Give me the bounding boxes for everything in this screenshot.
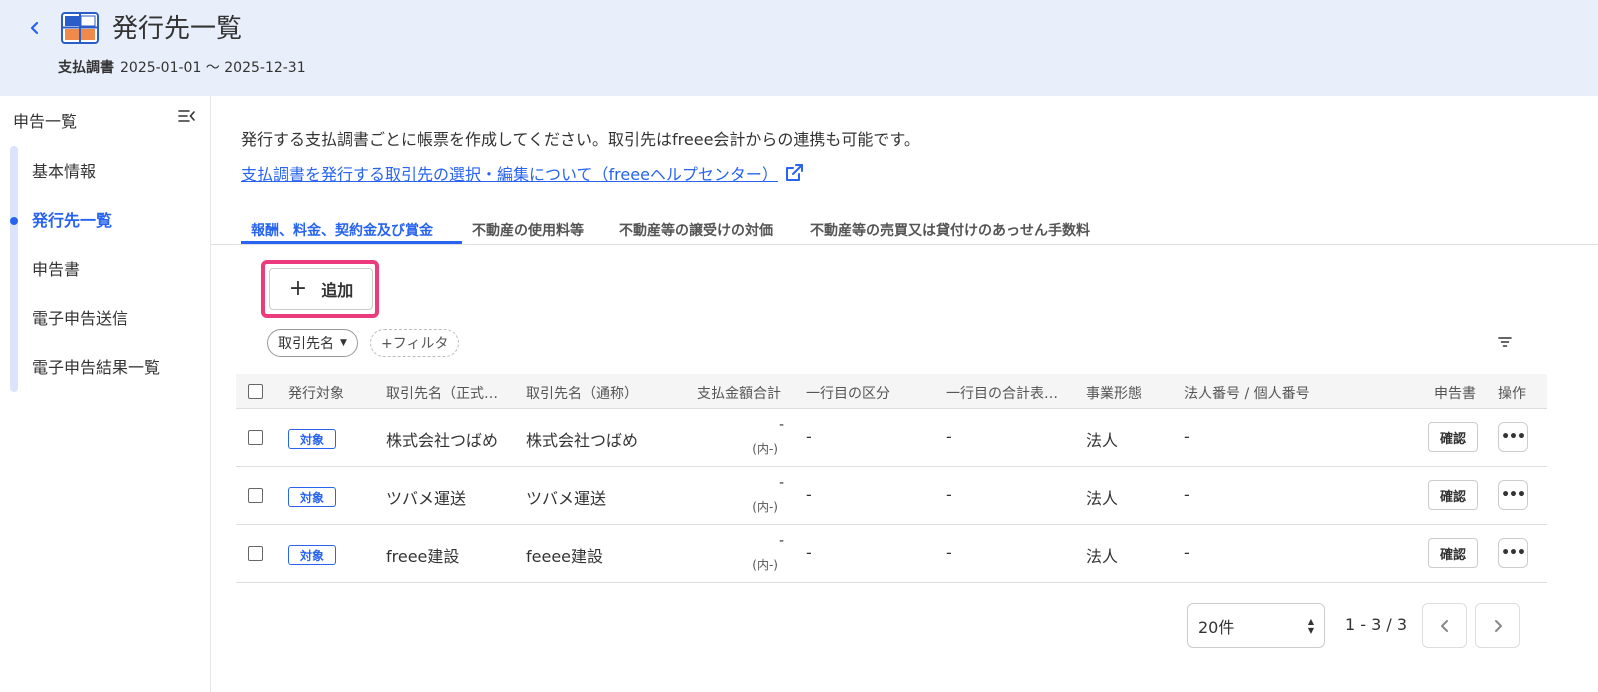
help-link[interactable]: 支払調書を発行する取引先の選択・編集について（freeeヘルプセンター）: [241, 161, 804, 185]
caret-down-icon: ▼: [340, 338, 347, 348]
table-row: 対象 ツバメ運送 ツバメ運送 - (内-) - - 法人 - 確認 •••: [236, 467, 1547, 525]
amount-sub-cell: (内-): [752, 500, 778, 514]
period-subtitle: 支払調書 2025-01-01 ～ 2025-12-31: [58, 57, 306, 77]
more-actions-icon[interactable]: •••: [1498, 480, 1528, 510]
col-first-category[interactable]: 一行目の区分: [806, 383, 890, 403]
chevron-left-icon[interactable]: [24, 16, 46, 40]
active-indicator: [10, 217, 18, 225]
col-first-total[interactable]: 一行目の合計表…: [946, 383, 1058, 403]
collapse-sidebar-icon[interactable]: [178, 106, 198, 126]
page-title: 発行先一覧: [112, 14, 243, 44]
more-actions-icon[interactable]: •••: [1498, 538, 1528, 568]
partner-name-filter-label: 取引先名: [278, 336, 334, 352]
main-content: 発行する支払調書ごとに帳票を作成してください。取引先はfreee会計からの連携も…: [211, 96, 1598, 692]
amount-cell: -: [778, 475, 784, 491]
col-corp-number[interactable]: 法人番号 / 個人番号: [1184, 383, 1310, 403]
report-type-label: 支払調書: [58, 60, 114, 76]
confirm-button[interactable]: 確認: [1428, 538, 1478, 568]
select-arrows-icon: ▲ ▼: [1307, 617, 1314, 635]
target-badge: 対象: [288, 545, 336, 565]
sidebar-item-e-filing-results[interactable]: 電子申告結果一覧: [32, 354, 160, 378]
prev-page-button[interactable]: [1422, 603, 1467, 648]
amount-sub-cell: (内-): [752, 442, 778, 456]
partner-name-filter-chip[interactable]: 取引先名 ▼: [267, 329, 358, 357]
first-category-cell: -: [806, 485, 812, 504]
row-checkbox[interactable]: [248, 430, 263, 445]
payment-report-icon: [61, 12, 99, 44]
chevron-left-icon: [1440, 619, 1448, 632]
nav-rail: [10, 146, 18, 392]
confirm-button[interactable]: 確認: [1428, 480, 1478, 510]
col-target[interactable]: 発行対象: [288, 383, 344, 403]
table-row: 対象 freee建設 feeee建設 - (内-) - - 法人 - 確認 ••…: [236, 525, 1547, 583]
first-total-cell: -: [946, 485, 952, 504]
select-all-checkbox[interactable]: [248, 384, 263, 399]
col-business-type[interactable]: 事業形態: [1086, 383, 1142, 403]
add-button-label: 追加: [321, 281, 354, 300]
external-link-icon: [784, 163, 804, 183]
first-total-cell: -: [946, 427, 952, 446]
official-name-cell: ツバメ運送: [386, 489, 467, 508]
sidebar-title: 申告一覧: [13, 112, 78, 131]
per-page-select[interactable]: 20件 ▲ ▼: [1187, 603, 1325, 648]
official-name-cell: freee建設: [386, 547, 460, 566]
first-total-cell: -: [946, 543, 952, 562]
row-checkbox[interactable]: [248, 488, 263, 503]
tab-real-estate-transfer[interactable]: 不動産等の譲受けの対価: [619, 220, 773, 240]
chevron-right-icon: [1494, 619, 1502, 632]
sidebar: 申告一覧 基本情報 発行先一覧 申告書 電子申告送信 電子申告結果一覧: [0, 96, 211, 692]
target-badge: 対象: [288, 487, 336, 507]
common-name-cell: ツバメ運送: [526, 489, 607, 508]
tab-remuneration[interactable]: 報酬、料金、契約金及び賞金: [251, 220, 433, 240]
filter-icon[interactable]: [1496, 333, 1514, 351]
tab-bar: 報酬、料金、契約金及び賞金 不動産の使用料等 不動産等の譲受けの対価 不動産等の…: [211, 214, 1598, 245]
target-badge: 対象: [288, 429, 336, 449]
col-actions: 操作: [1498, 386, 1526, 402]
sidebar-item-e-filing-send[interactable]: 電子申告送信: [32, 305, 128, 329]
first-category-cell: -: [806, 543, 812, 562]
tab-real-estate-brokerage[interactable]: 不動産等の売買又は貸付けのあっせん手数料: [810, 220, 1090, 240]
common-name-cell: 株式会社つばめ: [526, 431, 639, 450]
col-amount[interactable]: 支払金額合計: [697, 383, 781, 403]
common-name-cell: feeee建設: [526, 547, 604, 566]
add-filter-chip[interactable]: +フィルタ: [370, 329, 460, 357]
page-header: 発行先一覧 支払調書 2025-01-01 ～ 2025-12-31: [0, 0, 1598, 96]
row-checkbox[interactable]: [248, 546, 263, 561]
col-common-name[interactable]: 取引先名（通称）: [526, 383, 638, 403]
corp-number-cell: -: [1184, 543, 1190, 562]
partner-table: 発行対象 取引先名（正式… 取引先名（通称） 支払金額合計 一行目の区分 一行目…: [236, 374, 1547, 583]
table-row: 対象 株式会社つばめ 株式会社つばめ - (内-) - - 法人 - 確認 ••…: [236, 409, 1547, 467]
sidebar-item-issue-list[interactable]: 発行先一覧: [32, 207, 112, 231]
page-range: 1 - 3 / 3: [1345, 615, 1408, 634]
per-page-value: 20件: [1198, 617, 1235, 637]
confirm-button[interactable]: 確認: [1428, 422, 1478, 452]
period-range: 2025-01-01 ～ 2025-12-31: [120, 60, 306, 76]
first-category-cell: -: [806, 427, 812, 446]
official-name-cell: 株式会社つばめ: [386, 431, 499, 450]
sidebar-item-declaration[interactable]: 申告書: [32, 256, 80, 280]
amount-cell: -: [778, 533, 784, 549]
col-report: 申告書: [1434, 386, 1476, 402]
active-tab-underline: [241, 241, 462, 244]
page-description: 発行する支払調書ごとに帳票を作成してください。取引先はfreee会計からの連携も…: [241, 130, 920, 149]
help-link-text[interactable]: 支払調書を発行する取引先の選択・編集について（freeeヘルプセンター）: [241, 161, 778, 185]
more-actions-icon[interactable]: •••: [1498, 422, 1528, 452]
corp-number-cell: -: [1184, 485, 1190, 504]
business-type-cell: 法人: [1086, 547, 1119, 566]
business-type-cell: 法人: [1086, 431, 1119, 450]
table-header: 発行対象 取引先名（正式… 取引先名（通称） 支払金額合計 一行目の区分 一行目…: [236, 374, 1547, 409]
col-official-name[interactable]: 取引先名（正式…: [386, 383, 498, 403]
corp-number-cell: -: [1184, 427, 1190, 446]
sidebar-item-basic-info[interactable]: 基本情報: [32, 158, 96, 182]
tab-real-estate-usage[interactable]: 不動産の使用料等: [472, 220, 584, 240]
plus-icon: +: [288, 276, 308, 301]
add-button[interactable]: + 追加: [269, 268, 373, 310]
amount-sub-cell: (内-): [752, 558, 778, 572]
business-type-cell: 法人: [1086, 489, 1119, 508]
amount-cell: -: [778, 417, 784, 433]
next-page-button[interactable]: [1475, 603, 1520, 648]
